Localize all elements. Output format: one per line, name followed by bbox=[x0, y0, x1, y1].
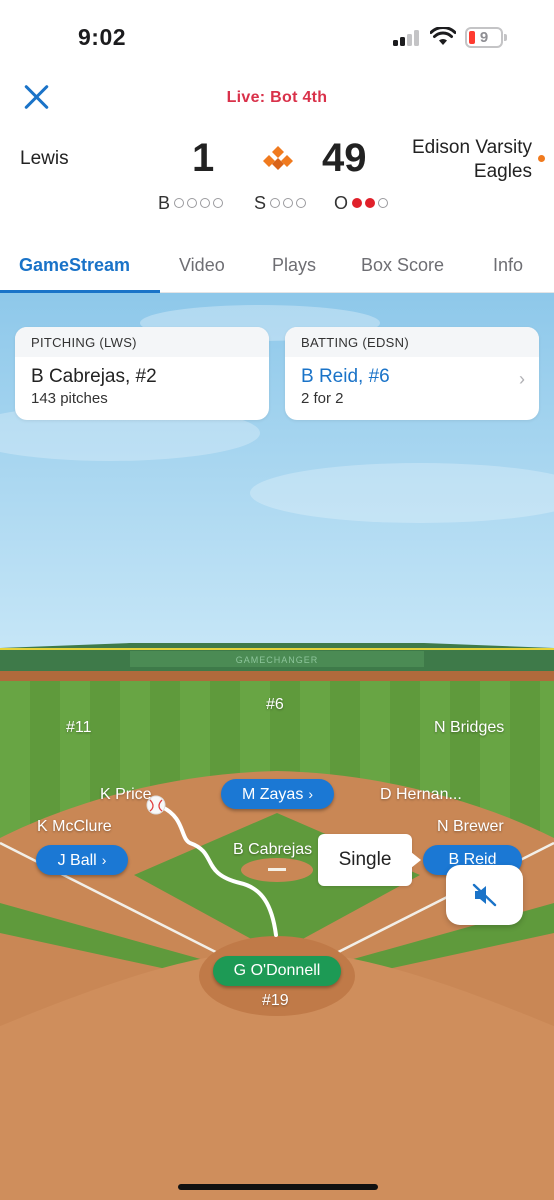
live-status: Live: Bot 4th bbox=[226, 89, 328, 106]
tab-bar: GameStream Video Plays Box Score Info bbox=[0, 240, 554, 293]
play-result-callout: Single bbox=[318, 834, 421, 886]
batting-card[interactable]: BATTING (EDSN) B Reid, #6 2 for 2 › bbox=[285, 327, 539, 420]
gamestream-field: GAMECHANGER PITCHING (LWS) B Cabrejas, #… bbox=[0, 293, 554, 1200]
outs-indicator-dot bbox=[365, 198, 376, 209]
first-baseman-label: N Brewer bbox=[437, 818, 504, 835]
third-baseman-label: K McClure bbox=[37, 818, 112, 835]
shortstop-label: K Price bbox=[100, 786, 152, 803]
battery-level: 9 bbox=[479, 29, 489, 46]
home-team-name: Edison Varsity Eagles bbox=[411, 137, 532, 182]
mute-button[interactable] bbox=[446, 865, 523, 925]
second-baseman-label: D Hernan... bbox=[380, 786, 462, 803]
strikes-indicator-dot bbox=[283, 198, 294, 209]
batting-indicator-dot bbox=[538, 155, 545, 162]
pitcher-name: B Cabrejas, #2 bbox=[31, 366, 157, 387]
tab-info[interactable]: Info bbox=[493, 255, 523, 276]
outs-count: O bbox=[334, 192, 391, 213]
tab-box-score[interactable]: Box Score bbox=[361, 255, 444, 276]
batter-pill-name: G O'Donnell bbox=[233, 962, 321, 979]
catcher-label: #19 bbox=[262, 992, 289, 1009]
center-fielder-label: #6 bbox=[266, 696, 284, 713]
tab-video[interactable]: Video bbox=[179, 255, 225, 276]
outs-label: O bbox=[334, 192, 349, 213]
balls-label: B bbox=[158, 192, 171, 213]
left-fielder-label: #11 bbox=[66, 719, 92, 736]
batter-name: B Reid, #6 bbox=[301, 366, 390, 387]
gamechanger-diamond-icon bbox=[263, 146, 293, 170]
cellular-signal-icon bbox=[393, 30, 419, 46]
status-bar: 9:02 9 bbox=[0, 0, 554, 70]
outs-indicator-dot bbox=[352, 198, 363, 209]
baseball-field: GAMECHANGER bbox=[0, 293, 554, 1200]
balls-indicator-dot bbox=[187, 198, 198, 209]
balls-indicator-dot bbox=[200, 198, 211, 209]
tab-gamestream[interactable]: GameStream bbox=[19, 255, 130, 276]
runner-third-base[interactable]: J Ball › bbox=[36, 845, 128, 875]
pitching-card-title: PITCHING (LWS) bbox=[15, 327, 269, 357]
chevron-right-icon: › bbox=[101, 852, 107, 868]
balls-count: B bbox=[158, 192, 226, 213]
runner-second-name: M Zayas bbox=[241, 786, 304, 803]
outfield-wall-sign: GAMECHANGER bbox=[236, 655, 319, 665]
outs-indicator-dot bbox=[378, 198, 389, 209]
speaker-muted-icon bbox=[472, 883, 497, 907]
balls-indicator-dot bbox=[174, 198, 185, 209]
battery-icon: 9 bbox=[465, 27, 507, 48]
batter-pill[interactable]: G O'Donnell bbox=[213, 956, 341, 986]
strikes-label: S bbox=[254, 192, 267, 213]
home-indicator bbox=[178, 1184, 378, 1190]
away-team-name: Lewis bbox=[20, 148, 69, 169]
pitch-count: 143 pitches bbox=[31, 390, 108, 407]
home-team-score: 49 bbox=[322, 136, 367, 180]
tab-plays[interactable]: Plays bbox=[272, 255, 316, 276]
runner-second-base[interactable]: M Zayas › bbox=[221, 779, 334, 809]
strikes-indicator-dot bbox=[296, 198, 307, 209]
batter-stat: 2 for 2 bbox=[301, 390, 344, 407]
strikes-indicator-dot bbox=[270, 198, 281, 209]
pitching-card: PITCHING (LWS) B Cabrejas, #2 143 pitche… bbox=[15, 327, 269, 420]
pitcher-label: B Cabrejas bbox=[233, 841, 313, 858]
away-team-score: 1 bbox=[192, 136, 215, 180]
batting-card-title: BATTING (EDSN) bbox=[285, 327, 539, 357]
wifi-icon bbox=[430, 27, 456, 45]
right-fielder-label: N Bridges bbox=[434, 719, 505, 736]
chevron-right-icon: › bbox=[519, 369, 525, 389]
chevron-right-icon: › bbox=[308, 786, 313, 802]
strikes-count: S bbox=[254, 192, 309, 213]
status-time: 9:02 bbox=[78, 24, 127, 50]
balls-indicator-dot bbox=[213, 198, 224, 209]
runner-third-name: J Ball bbox=[57, 852, 97, 869]
